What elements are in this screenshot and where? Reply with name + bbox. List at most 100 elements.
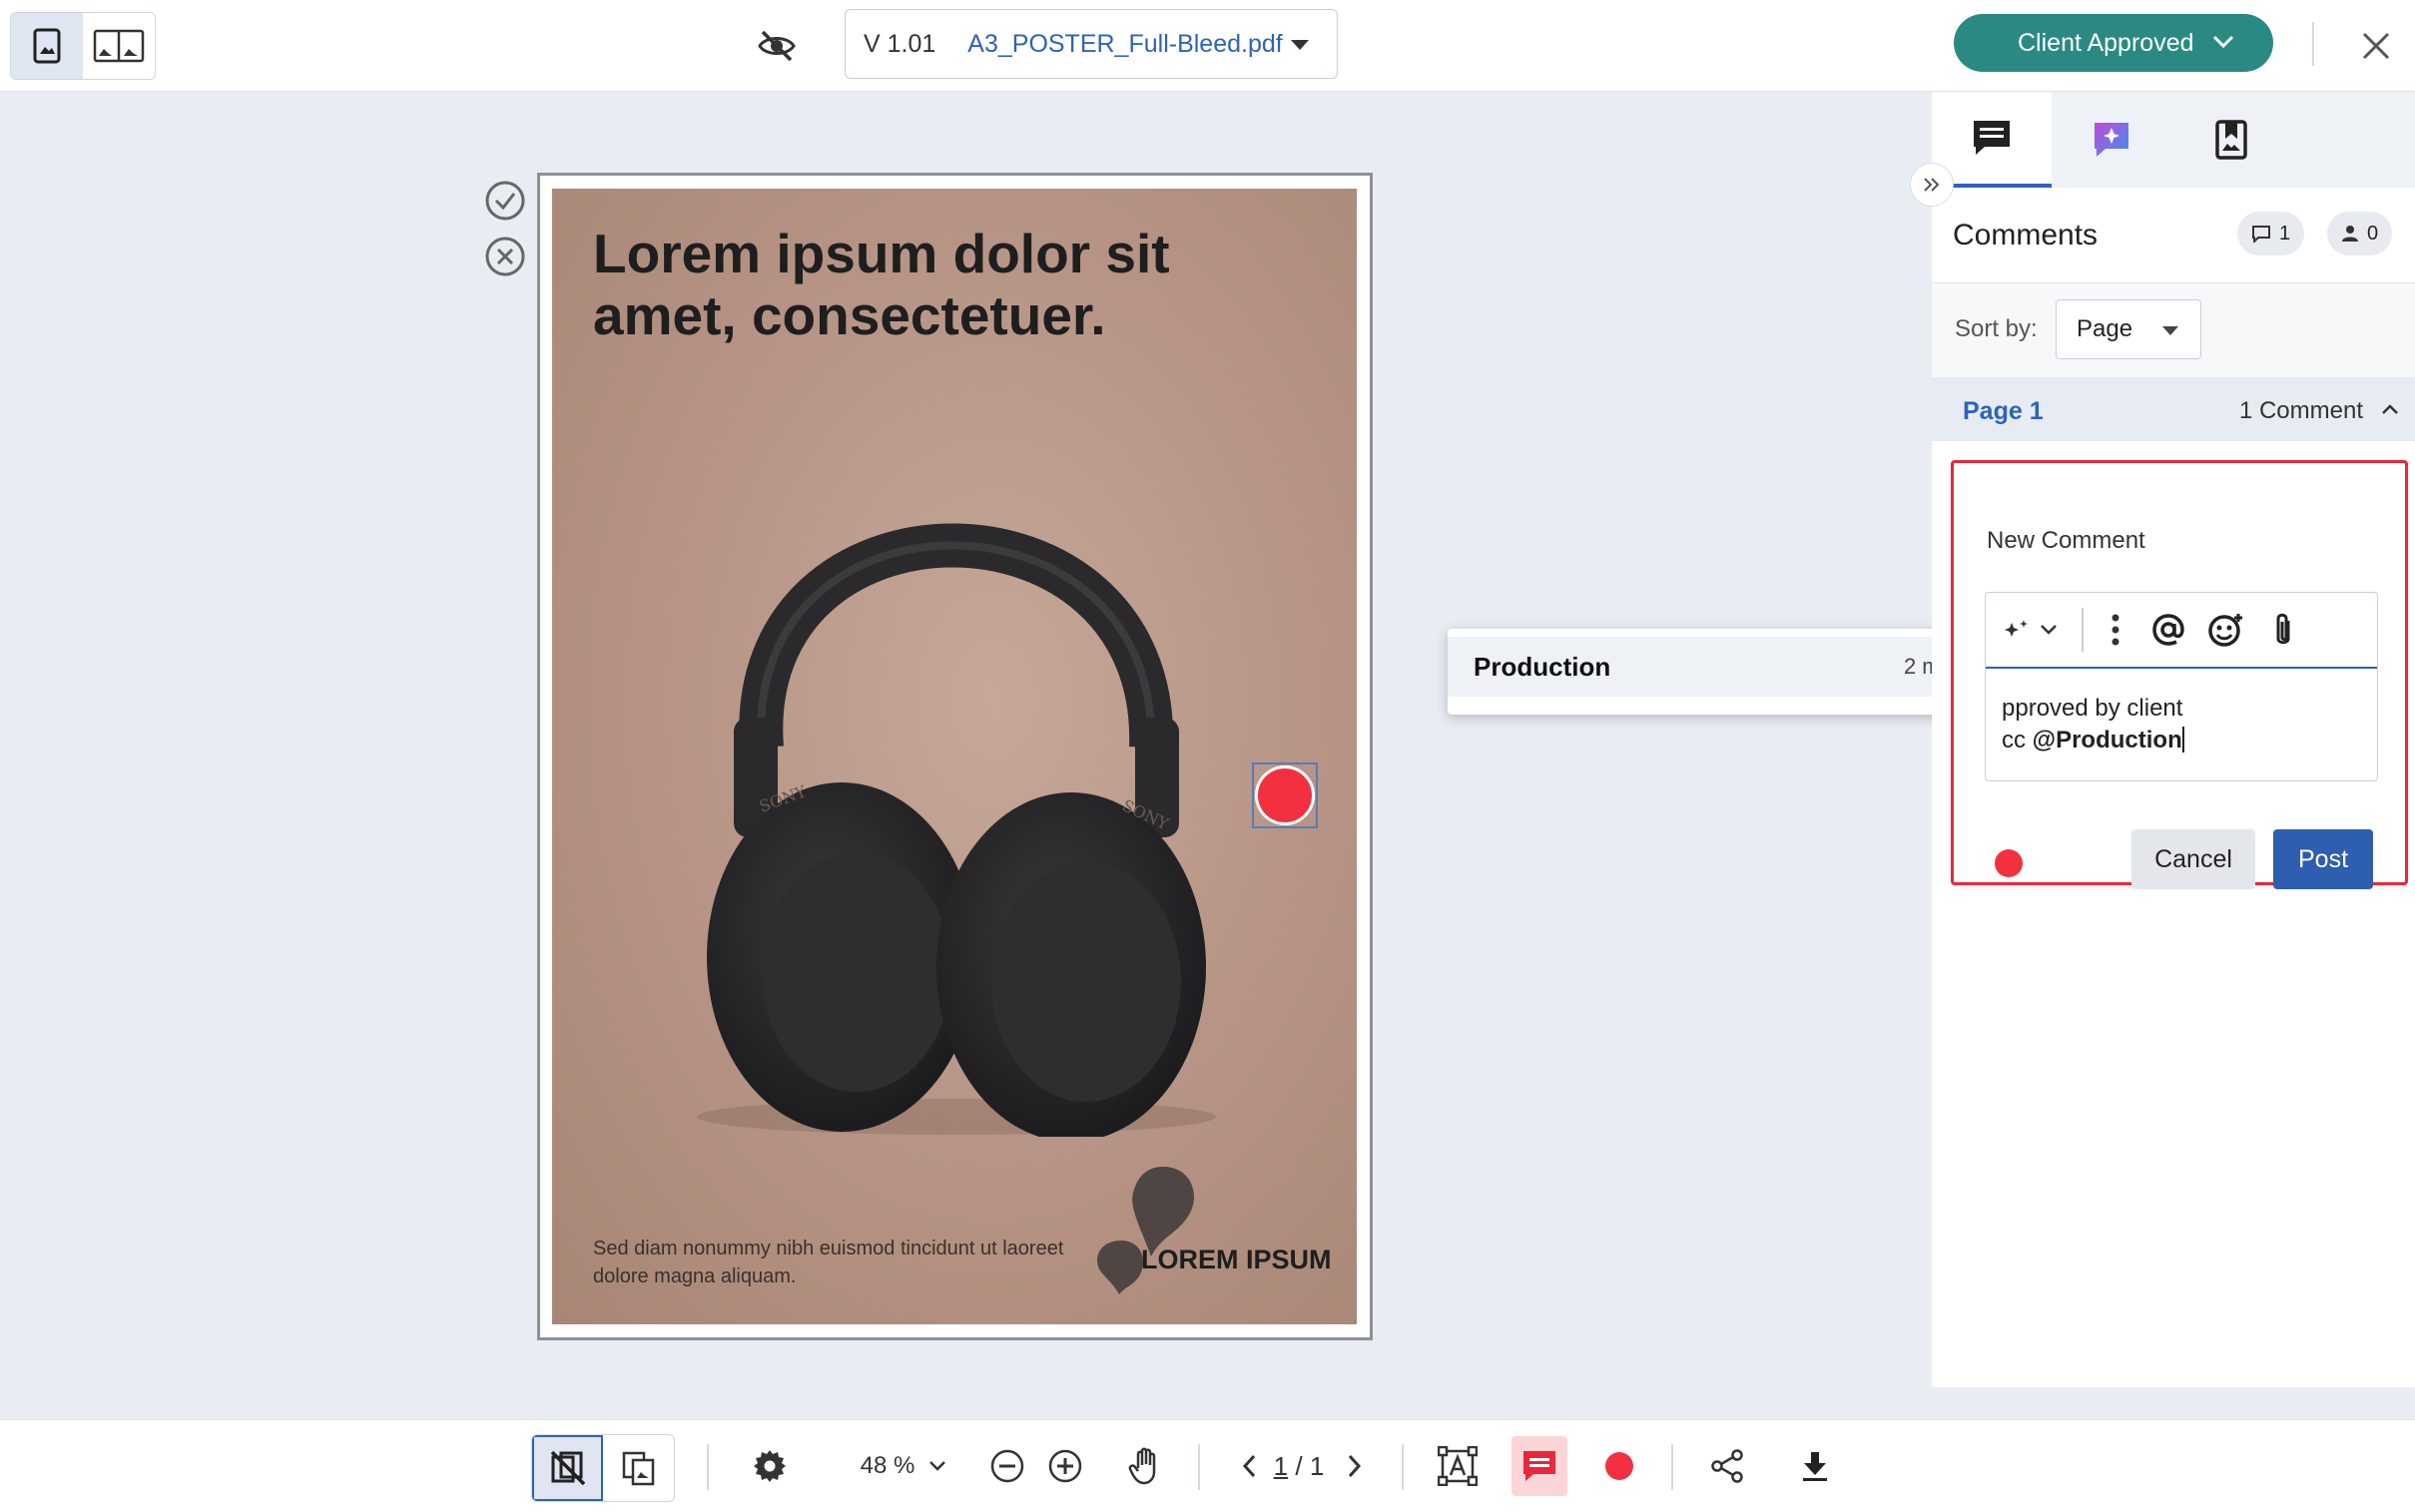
share-icon bbox=[1711, 1449, 1743, 1483]
page-group-count: 1 Comment bbox=[2238, 397, 2363, 424]
chevron-up-icon bbox=[2382, 404, 2398, 414]
panel-title: Comments bbox=[1953, 219, 2099, 252]
user-icon bbox=[2342, 226, 2358, 242]
kebab-menu-icon bbox=[2112, 614, 2118, 646]
settings-button[interactable] bbox=[747, 1436, 793, 1496]
sort-select[interactable]: Page bbox=[2056, 299, 2201, 359]
text-frame-icon bbox=[1438, 1446, 1478, 1486]
top-toolbar: V 1.01 A3_POSTER_Full-Bleed.pdf Client A… bbox=[0, 0, 2415, 92]
cancel-button[interactable]: Cancel bbox=[2131, 829, 2255, 889]
version-file-select[interactable]: V 1.01 A3_POSTER_Full-Bleed.pdf bbox=[845, 9, 1338, 79]
new-comment-card: New Comment pproved by client cc @Produc… bbox=[1951, 460, 2408, 889]
mention-token: @Production bbox=[2032, 727, 2182, 754]
comment-text-line-2: cc @Production bbox=[2002, 725, 2184, 756]
tab-ai-assistant[interactable] bbox=[2052, 92, 2171, 188]
comments-icon bbox=[1974, 121, 2010, 155]
more-options-button[interactable] bbox=[2092, 592, 2139, 668]
toolbar-divider bbox=[707, 1444, 709, 1490]
annotation-dot bbox=[1255, 765, 1315, 825]
compare-off-button[interactable] bbox=[532, 1435, 604, 1501]
sort-value: Page bbox=[2077, 315, 2133, 342]
emoji-add-icon bbox=[2207, 614, 2242, 647]
eye-slash-icon bbox=[758, 30, 796, 62]
page-separator: / bbox=[1295, 1450, 1303, 1481]
hide-annotations-button[interactable] bbox=[749, 20, 805, 72]
chevron-down-icon bbox=[1291, 40, 1309, 50]
post-button[interactable]: Post bbox=[2273, 829, 2373, 889]
share-button[interactable] bbox=[1705, 1436, 1749, 1496]
comment-editor: pproved by client cc @Production bbox=[1985, 592, 2378, 781]
gear-icon bbox=[754, 1450, 786, 1482]
marker-color-button[interactable] bbox=[1599, 1436, 1639, 1496]
zoom-out-button[interactable] bbox=[986, 1436, 1028, 1496]
approval-status-button[interactable]: Client Approved bbox=[1954, 14, 2273, 72]
marker-color-dot[interactable] bbox=[1995, 849, 2023, 877]
comment-count: 1 bbox=[2279, 222, 2291, 245]
sparkle-icon bbox=[2005, 620, 2028, 637]
compare-toggle-group bbox=[531, 1434, 675, 1502]
annotation-marker[interactable] bbox=[1252, 762, 1318, 828]
file-name: A3_POSTER_Full-Bleed.pdf bbox=[967, 29, 1283, 58]
logo-mark-icon bbox=[1097, 1167, 1194, 1294]
paperclip-icon bbox=[2276, 613, 2289, 645]
zoom-in-icon bbox=[1048, 1449, 1082, 1483]
mention-button[interactable] bbox=[2139, 592, 2197, 668]
ai-sparkle-icon bbox=[2095, 123, 2128, 157]
color-dot-icon bbox=[1605, 1452, 1633, 1480]
comment-tool-icon bbox=[1523, 1451, 1555, 1481]
spread-view-icon bbox=[93, 29, 145, 63]
compare-off-icon bbox=[550, 1450, 585, 1486]
comment-icon bbox=[2252, 226, 2270, 243]
compare-versions-button[interactable] bbox=[603, 1435, 674, 1501]
pan-tool-button[interactable] bbox=[1124, 1436, 1168, 1496]
compare-versions-icon bbox=[622, 1451, 654, 1486]
at-sign-icon bbox=[2151, 614, 2184, 646]
toolbar-divider bbox=[2082, 608, 2084, 652]
poster-headline: Lorem ipsum dolor sit amet, consectetuer… bbox=[593, 223, 1170, 346]
zoom-select[interactable]: 48 % bbox=[849, 1436, 958, 1496]
current-page[interactable]: 1 bbox=[1274, 1451, 1288, 1482]
bottom-toolbar: 48 % 1 / 1 bbox=[0, 1419, 2415, 1512]
chevron-down-icon bbox=[929, 1461, 946, 1471]
page-group-label: Page 1 bbox=[1963, 397, 2044, 425]
poster-logo-text: LOREM IPSUM bbox=[1141, 1245, 1332, 1274]
collapse-panel-button[interactable] bbox=[1910, 163, 1954, 207]
single-page-view-button[interactable] bbox=[11, 13, 83, 79]
download-icon bbox=[1803, 1452, 1827, 1481]
previous-page-button[interactable] bbox=[1234, 1436, 1264, 1496]
zoom-in-button[interactable] bbox=[1044, 1436, 1086, 1496]
page-group-header[interactable]: Page 1 1 Comment bbox=[1932, 377, 2415, 441]
zoom-level: 48 % bbox=[860, 1452, 915, 1479]
status-label: Client Approved bbox=[2018, 28, 2194, 57]
version-label: V 1.01 bbox=[864, 29, 936, 58]
total-pages: 1 bbox=[1309, 1450, 1325, 1481]
toolbar-divider bbox=[1198, 1444, 1200, 1490]
panel-tabs bbox=[1932, 92, 2415, 188]
toolbar-divider bbox=[1671, 1444, 1673, 1490]
text-select-tool-button[interactable] bbox=[1434, 1436, 1482, 1496]
approve-page-button[interactable] bbox=[484, 180, 526, 222]
comment-count-badge: 1 bbox=[2237, 212, 2305, 255]
reject-page-button[interactable] bbox=[484, 236, 526, 277]
close-button[interactable] bbox=[2352, 22, 2400, 70]
attach-button[interactable] bbox=[2255, 592, 2311, 668]
new-comment-title: New Comment bbox=[1987, 527, 2145, 554]
tab-bookmarks[interactable] bbox=[2171, 92, 2291, 188]
comment-tool-button[interactable] bbox=[1511, 1436, 1567, 1496]
poster-page[interactable]: Lorem ipsum dolor sit amet, consectetuer… bbox=[552, 189, 1357, 1324]
comment-text-input[interactable]: pproved by client cc @Production bbox=[2002, 693, 2184, 756]
sort-label: Sort by: bbox=[1955, 315, 2038, 342]
comments-panel: Comments 1 0 Sort by: Page Page 1 1 Comm… bbox=[1932, 92, 2415, 1387]
ai-assist-dropdown[interactable] bbox=[1986, 592, 2074, 668]
chevron-down-icon bbox=[2162, 326, 2178, 335]
chevron-right-icon bbox=[1348, 1454, 1362, 1478]
user-count-badge: 0 bbox=[2327, 212, 2393, 255]
next-page-button[interactable] bbox=[1340, 1436, 1370, 1496]
emoji-button[interactable] bbox=[2197, 592, 2255, 668]
bookmark-icon bbox=[2215, 120, 2247, 160]
spread-view-button[interactable] bbox=[83, 13, 155, 79]
download-button[interactable] bbox=[1795, 1436, 1835, 1496]
x-circle-icon bbox=[485, 237, 525, 276]
comments-header: Comments 1 0 bbox=[1932, 188, 2415, 283]
check-circle-icon bbox=[485, 181, 525, 221]
